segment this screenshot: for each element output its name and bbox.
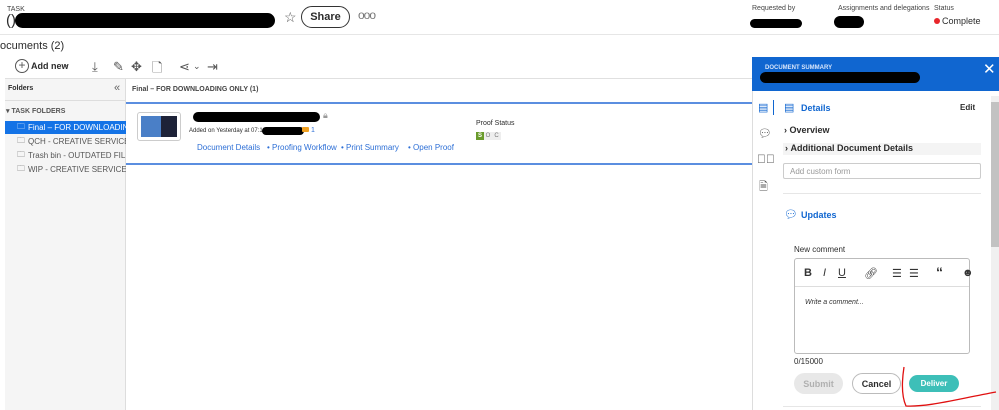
divider xyxy=(783,193,981,194)
divider-bottom xyxy=(126,163,752,165)
folders-title: Folders xyxy=(8,85,34,92)
additional-details-section[interactable]: › Additional Document Details xyxy=(783,143,981,155)
link-label: Print Summary xyxy=(346,143,399,152)
red-annotation-mark xyxy=(901,366,997,407)
proof-status-label: Proof Status xyxy=(476,120,515,127)
documents-title: ocuments (2) xyxy=(0,40,65,52)
folder-item[interactable]: 🗀Final – FOR DOWNLOADING ONLY xyxy=(5,121,126,134)
redacted-document-name xyxy=(193,112,320,122)
section-label: Additional Document Details xyxy=(790,143,914,153)
redacted-document-name xyxy=(760,72,920,83)
folder-label: Trash bin - OUTDATED FILES xyxy=(28,151,126,160)
status-dot-icon xyxy=(934,18,940,24)
comment-textarea[interactable]: Write a comment... xyxy=(805,299,864,306)
requested-by-label: Requested by xyxy=(752,5,796,12)
link-icon[interactable]: 🔗︎ xyxy=(864,267,878,280)
folder-item[interactable]: 🗀QCH - CREATIVE SERVICES TEAM xyxy=(5,135,126,148)
document-thumbnail[interactable] xyxy=(137,112,181,141)
comment-icon[interactable] xyxy=(302,127,309,132)
document-details-link[interactable]: Document Details xyxy=(197,143,260,152)
details-icon: ▤ xyxy=(784,102,795,114)
details-heading: Details xyxy=(801,103,831,113)
comment-editor xyxy=(794,258,970,354)
share-chevron-icon[interactable]: ⌄ xyxy=(193,61,201,72)
quote-icon[interactable]: “ xyxy=(936,264,943,280)
updates-icon: 💬︎ xyxy=(784,209,798,221)
folder-icon: 🗀 xyxy=(17,149,25,159)
folders-panel: Folders « ▾ TASK FOLDERS 🗀 Final – FOR DO… xyxy=(5,79,126,410)
pencil-icon[interactable]: ✎ xyxy=(113,59,124,75)
submit-button[interactable]: Submit xyxy=(794,373,843,394)
proof-badge-o: O xyxy=(484,132,492,140)
ellipsis-icon[interactable]: ooo xyxy=(358,8,376,22)
custom-form-input[interactable]: Add custom form xyxy=(783,163,981,179)
panel-title: DOCUMENT SUMMARY xyxy=(765,65,833,71)
edit-button[interactable]: Edit xyxy=(960,103,975,112)
bullet-list-icon[interactable]: ☰ xyxy=(892,267,902,280)
divider xyxy=(795,286,969,287)
redacted-title xyxy=(15,13,275,28)
download-icon[interactable]: ⤓ xyxy=(92,59,98,75)
folder-label: WIP - CREATIVE SERVICES TEAM xyxy=(28,165,126,174)
italic-icon[interactable]: I xyxy=(823,267,826,279)
section-label: Overview xyxy=(789,125,830,135)
folder-label: Final – FOR DOWNLOADING ONLY xyxy=(28,123,126,132)
folder-item[interactable]: 🗀WIP - CREATIVE SERVICES TEAM xyxy=(5,163,126,176)
star-icon[interactable]: ☆ xyxy=(284,9,297,26)
redacted-requester xyxy=(750,19,802,28)
proof-badge-c: C xyxy=(492,132,501,140)
folder-icon: 🗀 xyxy=(17,121,25,131)
comment-count[interactable]: 1 xyxy=(311,127,315,134)
active-tab-indicator xyxy=(773,100,774,115)
folder-item[interactable]: 🗀 Trash bin - OUTDATED FILES xyxy=(5,149,126,162)
status-label: Status xyxy=(934,5,954,12)
share-button[interactable]: Share xyxy=(301,6,350,28)
print-summary-link[interactable]: • Print Summary xyxy=(341,143,399,152)
folder-title: Final – FOR DOWNLOADING ONLY (1) xyxy=(132,86,259,93)
overview-section[interactable]: › Overview xyxy=(784,125,830,135)
proof-badge-s: S xyxy=(476,132,484,140)
comments-tab-icon[interactable]: 💬︎ xyxy=(758,127,772,140)
char-count: 0/15000 xyxy=(794,357,823,366)
plus-circle-icon: + xyxy=(15,59,29,73)
divider xyxy=(5,100,126,101)
emoji-icon[interactable]: ☻ xyxy=(962,267,974,279)
move-icon[interactable]: ✥ xyxy=(131,59,142,75)
lock-icon: 🔒︎ xyxy=(323,110,328,120)
details-tab-icon[interactable]: ▤ xyxy=(758,101,768,114)
chevron-down-icon[interactable]: ⌄ xyxy=(62,60,69,69)
status-value: Complete xyxy=(942,16,981,26)
task-folders-section[interactable]: ▾ TASK FOLDERS xyxy=(6,107,65,115)
folder-icon: 🗀 xyxy=(17,135,25,145)
open-proof-link[interactable]: • Open Proof xyxy=(408,143,454,152)
collapse-icon[interactable]: « xyxy=(114,82,120,94)
new-comment-label: New comment xyxy=(794,245,846,254)
numbered-list-icon[interactable]: ☰ xyxy=(909,267,919,280)
assignments-label: Assignments and delegations xyxy=(838,5,930,12)
section-label: TASK FOLDERS xyxy=(11,108,66,115)
link-label: Open Proof xyxy=(413,143,454,152)
approval-tab-icon[interactable]: ✓⃝ xyxy=(757,152,775,166)
underline-icon[interactable]: U xyxy=(838,267,846,279)
close-icon[interactable]: ✕ xyxy=(983,60,996,78)
bold-icon[interactable]: B xyxy=(804,267,812,279)
divider-top xyxy=(126,102,752,104)
redacted-assignee xyxy=(834,16,864,28)
redacted-user xyxy=(262,127,304,135)
move-in-icon[interactable]: ⇥ xyxy=(207,59,218,75)
folder-label: QCH - CREATIVE SERVICES TEAM xyxy=(28,137,126,146)
cancel-button[interactable]: Cancel xyxy=(852,373,901,394)
updates-heading: Updates xyxy=(801,210,837,220)
document-tab-icon[interactable]: 🗎 xyxy=(759,178,768,197)
link-label: Proofing Workflow xyxy=(272,143,337,152)
share-nodes-icon[interactable]: ⋖ xyxy=(179,59,190,75)
proofing-workflow-link[interactable]: • Proofing Workflow xyxy=(267,143,337,152)
folder-icon: 🗀 xyxy=(17,163,25,173)
scrollbar[interactable] xyxy=(991,96,999,410)
